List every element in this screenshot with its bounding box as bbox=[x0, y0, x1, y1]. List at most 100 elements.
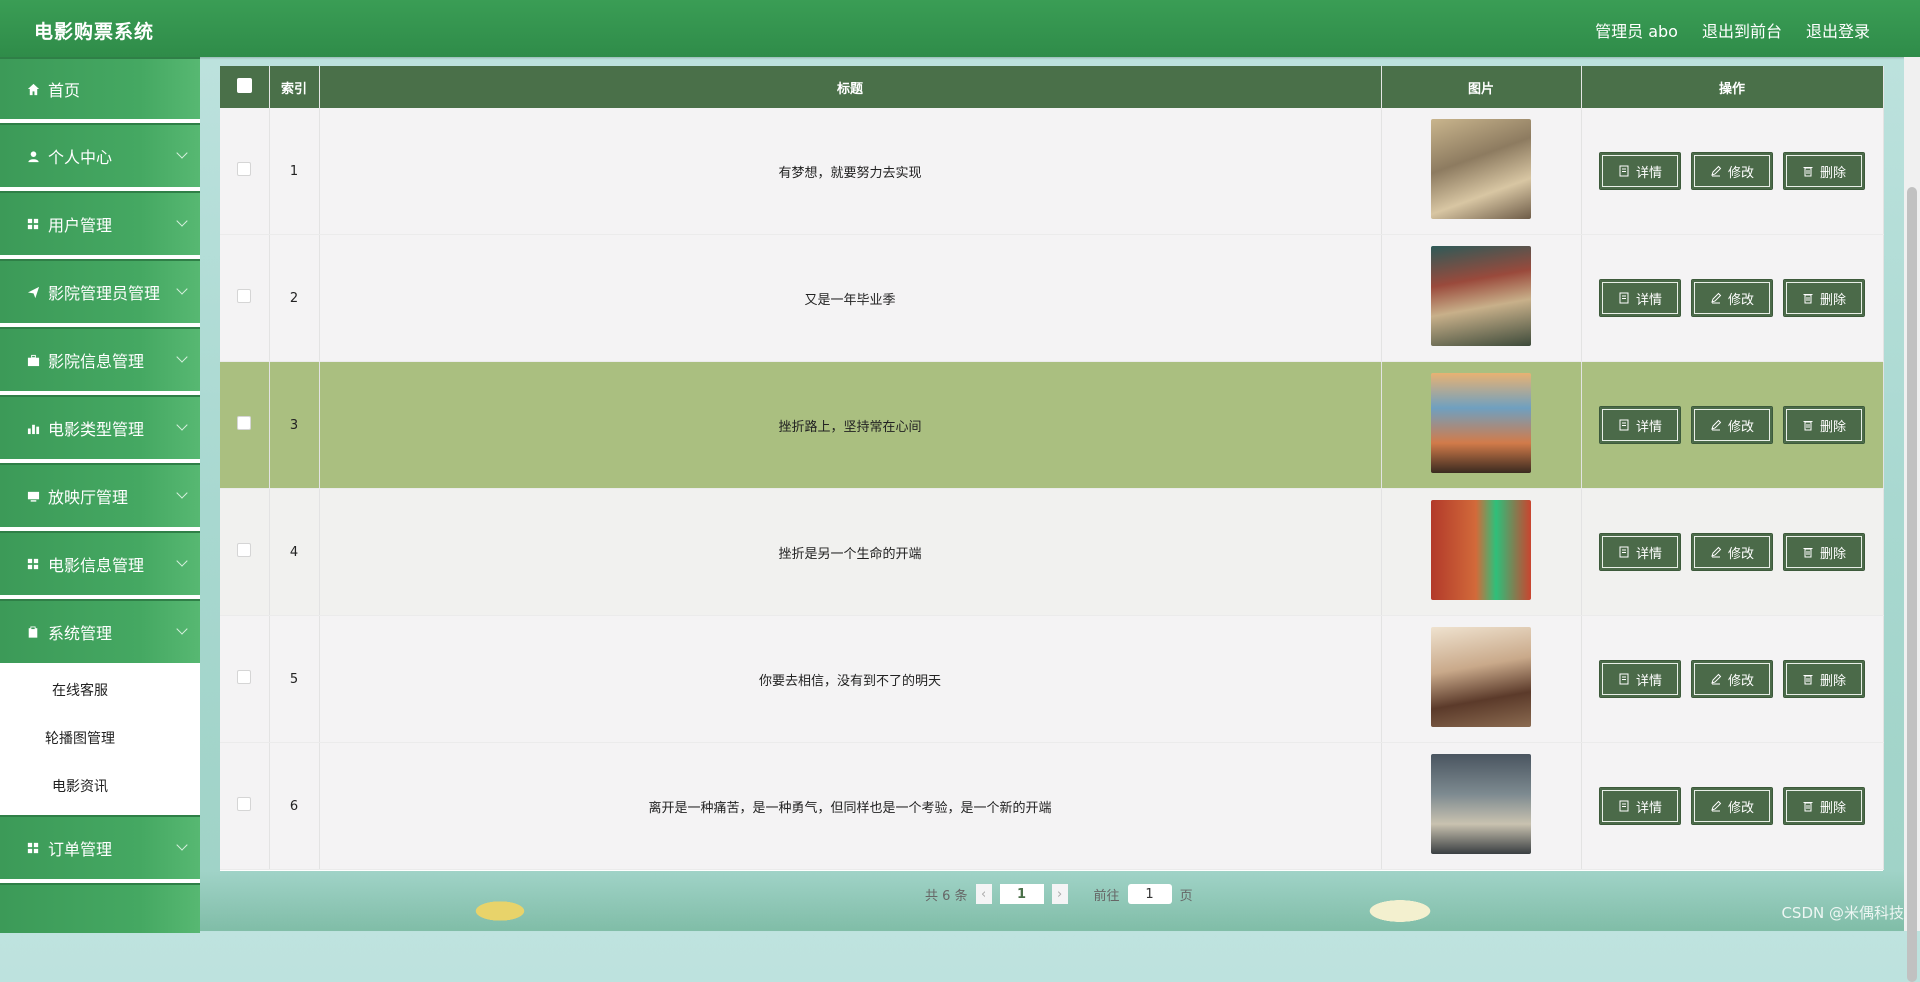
detail-label: 详情 bbox=[1635, 673, 1662, 689]
row-checkbox[interactable] bbox=[237, 289, 252, 303]
chevron-down-icon bbox=[176, 283, 188, 295]
sidebar-item-home[interactable]: 首页 bbox=[0, 57, 200, 119]
edit-label: 修改 bbox=[1727, 165, 1754, 181]
pencil-icon bbox=[1711, 165, 1722, 177]
trash-icon bbox=[1803, 167, 1813, 177]
edit-button[interactable]: 修改 bbox=[1691, 787, 1773, 825]
row-index: 4 bbox=[269, 488, 320, 616]
table-header-row: 索引 标题 图片 操作 bbox=[220, 66, 1884, 108]
row-thumbnail bbox=[1431, 627, 1531, 727]
sidebar-item-personal-center[interactable]: 个人中心 bbox=[0, 123, 200, 187]
row-thumbnail bbox=[1431, 373, 1531, 473]
submenu-online-service[interactable]: 在线客服 bbox=[0, 667, 160, 715]
delete-button[interactable]: 删除 bbox=[1783, 533, 1865, 571]
delete-button[interactable]: 删除 bbox=[1783, 279, 1865, 317]
next-page-button[interactable]: › bbox=[1051, 884, 1068, 904]
row-title: 离开是一种痛苦，是一种勇气，但同样也是一个考验，是一个新的开端 bbox=[319, 742, 1382, 870]
edit-button[interactable]: 修改 bbox=[1691, 279, 1773, 317]
edit-label: 修改 bbox=[1727, 800, 1754, 816]
detail-button[interactable]: 详情 bbox=[1599, 279, 1681, 317]
chevron-down-icon bbox=[176, 419, 188, 431]
sidebar-item-movie-info[interactable]: 电影信息管理 bbox=[0, 531, 200, 595]
monitor-icon bbox=[26, 489, 40, 503]
app-title: 电影购票系统 bbox=[34, 21, 155, 43]
sidebar-item-cinema-admin[interactable]: 影院管理员管理 bbox=[0, 259, 200, 323]
document-icon bbox=[1619, 292, 1629, 304]
select-all-checkbox[interactable] bbox=[236, 77, 252, 93]
chevron-down-icon bbox=[176, 839, 188, 851]
header-actions: 操作 bbox=[1581, 66, 1884, 108]
system-submenu: 在线客服 轮播图管理 电影资讯 bbox=[0, 667, 200, 811]
sidebar-item-label: 影院管理员管理 bbox=[48, 284, 161, 303]
prev-page-button[interactable]: ‹ bbox=[975, 884, 992, 904]
grid-icon bbox=[26, 841, 40, 855]
detail-button[interactable]: 详情 bbox=[1599, 533, 1681, 571]
user-icon bbox=[26, 149, 40, 163]
row-index: 1 bbox=[269, 108, 320, 235]
delete-button[interactable]: 删除 bbox=[1783, 152, 1865, 190]
detail-label: 详情 bbox=[1635, 800, 1662, 816]
exit-to-frontend-link[interactable]: 退出到前台 bbox=[1702, 18, 1782, 42]
chevron-down-icon bbox=[176, 351, 188, 363]
pencil-icon bbox=[1711, 546, 1722, 558]
pencil-icon bbox=[1711, 800, 1722, 812]
detail-button[interactable]: 详情 bbox=[1599, 152, 1681, 190]
logout-link[interactable]: 退出登录 bbox=[1806, 18, 1870, 42]
page-suffix: 页 bbox=[1179, 888, 1193, 904]
delete-button[interactable]: 删除 bbox=[1783, 406, 1865, 444]
edit-label: 修改 bbox=[1727, 673, 1754, 689]
sidebar-item-hall-management[interactable]: 放映厅管理 bbox=[0, 463, 200, 527]
document-icon bbox=[1619, 546, 1629, 558]
document-icon bbox=[1619, 165, 1629, 177]
edit-button[interactable]: 修改 bbox=[1691, 406, 1773, 444]
sidebar-item-user-management[interactable]: 用户管理 bbox=[0, 191, 200, 255]
chevron-down-icon bbox=[176, 487, 188, 499]
detail-button[interactable]: 详情 bbox=[1599, 406, 1681, 444]
row-thumbnail bbox=[1431, 119, 1531, 219]
chevron-down-icon bbox=[176, 147, 188, 159]
table-row: 4 挫折是另一个生命的开端 详情 修改 删除 bbox=[220, 488, 1884, 616]
trash-icon bbox=[1803, 421, 1813, 431]
row-checkbox[interactable] bbox=[237, 162, 252, 176]
news-table: 索引 标题 图片 操作 1 有梦想，就要努力去实现 详情 修改 删除 2 又是一年毕… bbox=[220, 66, 1884, 870]
row-checkbox[interactable] bbox=[237, 670, 252, 684]
admin-label: 管理员 abo bbox=[1595, 22, 1678, 41]
goto-page-input[interactable]: 1 bbox=[1127, 884, 1172, 904]
row-index: 6 bbox=[269, 742, 320, 870]
detail-button[interactable]: 详情 bbox=[1599, 660, 1681, 698]
edit-button[interactable]: 修改 bbox=[1691, 152, 1773, 190]
detail-label: 详情 bbox=[1635, 546, 1662, 562]
sidebar-item-label: 电影信息管理 bbox=[48, 556, 145, 575]
row-title: 挫折是另一个生命的开端 bbox=[319, 488, 1382, 616]
submenu-movie-news[interactable]: 电影资讯 bbox=[0, 763, 160, 811]
table-row: 3 挫折路上，坚持常在心间 详情 修改 删除 bbox=[220, 361, 1884, 489]
current-page[interactable]: 1 bbox=[999, 884, 1044, 904]
edit-button[interactable]: 修改 bbox=[1691, 533, 1773, 571]
detail-button[interactable]: 详情 bbox=[1599, 787, 1681, 825]
delete-button[interactable]: 删除 bbox=[1783, 660, 1865, 698]
row-checkbox[interactable] bbox=[237, 543, 252, 557]
vertical-scrollbar[interactable] bbox=[1904, 57, 1920, 982]
row-title: 挫折路上，坚持常在心间 bbox=[319, 361, 1382, 489]
delete-label: 删除 bbox=[1819, 800, 1846, 816]
sidebar-item-movie-type[interactable]: 电影类型管理 bbox=[0, 395, 200, 459]
top-header: 电影购票系统 管理员 abo 退出到前台 退出登录 bbox=[0, 0, 1920, 57]
sidebar-item-label: 个人中心 bbox=[48, 148, 113, 167]
sidebar-item-system-management[interactable]: 系统管理 bbox=[0, 599, 200, 663]
delete-label: 删除 bbox=[1819, 673, 1846, 689]
row-checkbox[interactable] bbox=[237, 416, 252, 430]
document-icon bbox=[1619, 800, 1629, 812]
briefcase-icon bbox=[26, 353, 40, 367]
pencil-icon bbox=[1711, 419, 1722, 431]
pagination: 共 6 条 ‹ 1 › 前往 1 页 bbox=[925, 884, 1193, 904]
sidebar-item-order-management[interactable]: 订单管理 bbox=[0, 815, 200, 879]
sidebar-item-label: 放映厅管理 bbox=[48, 488, 129, 507]
edit-button[interactable]: 修改 bbox=[1691, 660, 1773, 698]
sidebar: 首页 个人中心 用户管理 影院管理员管理 影院信息管理 电影类型管理 放映厅管理… bbox=[0, 57, 200, 933]
scrollbar-thumb[interactable] bbox=[1907, 187, 1917, 982]
row-checkbox[interactable] bbox=[237, 797, 252, 811]
sidebar-footer-block bbox=[0, 883, 200, 933]
delete-button[interactable]: 删除 bbox=[1783, 787, 1865, 825]
submenu-carousel-management[interactable]: 轮播图管理 bbox=[0, 715, 160, 763]
sidebar-item-cinema-info[interactable]: 影院信息管理 bbox=[0, 327, 200, 391]
